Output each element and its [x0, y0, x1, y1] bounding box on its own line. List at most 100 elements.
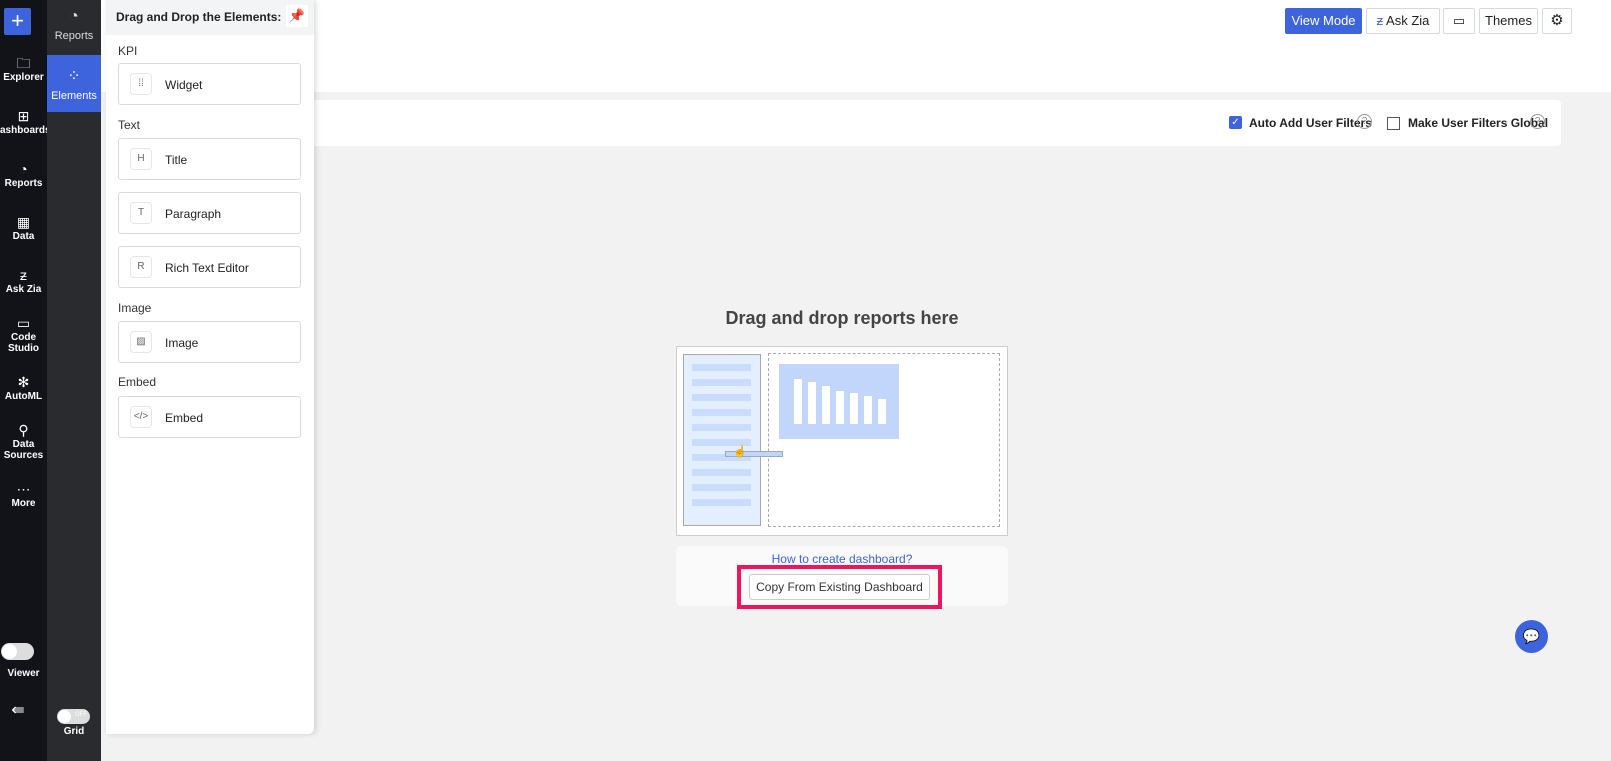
tab-reports[interactable]: ◔ Reports	[47, 8, 101, 42]
monitor-icon: ▭	[1452, 13, 1466, 28]
illustration-bar	[808, 382, 816, 424]
label: Paragraph	[165, 207, 222, 221]
element-widget[interactable]: ⁞⁞ Widget	[118, 63, 301, 105]
grid-label: Grid	[63, 726, 85, 737]
sidebar-item-dashboards[interactable]: ⊞ ashboards	[0, 109, 51, 136]
illustration-line	[692, 364, 751, 371]
illustration-bar	[864, 396, 872, 424]
secondary-sidebar: ◔ Reports ⁘ Elements OFF Grid	[47, 0, 101, 761]
grid-toggle[interactable]: OFF	[57, 709, 90, 724]
label: Data Sources	[3, 439, 44, 461]
illustration-line	[692, 379, 751, 386]
heading-icon: H	[130, 148, 152, 170]
viewer-toggle[interactable]	[1, 643, 34, 660]
global-label: Make User Filters Global	[1408, 116, 1549, 130]
sidebar-item-ask-zia[interactable]: ƶ Ask Zia	[0, 267, 47, 295]
image-icon: ▨	[130, 331, 152, 353]
tab-elements[interactable]: ⁘ Elements	[47, 55, 101, 112]
viewer-label: Viewer	[7, 668, 40, 679]
illustration-bar	[836, 391, 844, 424]
how-to-link[interactable]: How to create dashboard?	[676, 552, 1008, 566]
pin-icon[interactable]: 📌	[286, 5, 308, 27]
themes-button[interactable]: Themes	[1479, 8, 1538, 34]
panel-title: Drag and Drop the Elements:	[116, 10, 282, 24]
help-icon[interactable]: ?	[1530, 114, 1545, 129]
main-sidebar: + 🗀 Explorer ⊞ ashboards ◔ Reports ▦ Data ƶA…	[0, 0, 51, 761]
illustration-line	[692, 409, 751, 416]
zia-icon: ƶ	[20, 267, 27, 283]
filter-bar: ✓ Auto Add User Filters ? Make User Filt…	[300, 100, 1561, 146]
folder-icon: 🗀	[16, 55, 31, 71]
hand-cursor-icon: ☝	[733, 446, 747, 458]
auto-add-checkbox[interactable]: ✓	[1229, 116, 1242, 129]
settings-button[interactable]: ⚙	[1542, 8, 1572, 34]
global-checkbox[interactable]	[1387, 117, 1400, 130]
drop-zone-title: Drag and drop reports here	[725, 308, 959, 328]
label: More	[11, 498, 36, 509]
create-button[interactable]: +	[4, 8, 31, 35]
illustration-bar	[850, 393, 858, 424]
element-embed[interactable]: </> Embed	[118, 396, 301, 438]
sidebar-item-code-studio[interactable]: ▭ Code Studio	[0, 315, 47, 354]
label: Ask Zia	[5, 284, 42, 295]
element-paragraph[interactable]: T Paragraph	[118, 192, 301, 234]
label: AutoML	[4, 391, 43, 402]
section-kpi: KPI	[118, 44, 138, 58]
gear-icon: ⚙	[1550, 12, 1564, 29]
illustration-bar	[794, 379, 802, 424]
element-title[interactable]: H Title	[118, 138, 301, 180]
pie-chart-icon: ◔	[19, 161, 28, 177]
copy-dashboard-button[interactable]: Copy From Existing Dashboard	[749, 574, 930, 600]
rich-text-icon: R	[130, 256, 152, 278]
sidebar-item-data-sources[interactable]: ⚲ Data Sources	[0, 423, 47, 461]
label: Embed	[165, 411, 204, 425]
label: ashboards	[0, 125, 51, 136]
present-button[interactable]: ▭	[1443, 8, 1475, 34]
view-mode-button[interactable]: View Mode	[1285, 8, 1362, 34]
illustration-list	[683, 354, 761, 526]
label: Widget	[165, 78, 203, 92]
section-embed: Embed	[118, 375, 157, 389]
ask-zia-button[interactable]: ƶ Ask Zia	[1366, 8, 1440, 34]
chat-icon: 💬	[1522, 628, 1541, 644]
section-text: Text	[118, 118, 141, 132]
help-icon[interactable]: ?	[1357, 114, 1372, 129]
illustration-line	[692, 394, 751, 401]
sidebar-item-more[interactable]: ⋯ More	[0, 481, 47, 509]
drag-drop-illustration: ☝	[676, 346, 1008, 536]
illustration-line	[692, 469, 751, 476]
label: Ask Zia	[1386, 13, 1430, 28]
illustration-line	[692, 499, 751, 506]
auto-add-label: Auto Add User Filters	[1249, 116, 1372, 130]
illustration-line	[692, 484, 751, 491]
illustration-line	[692, 424, 751, 431]
sidebar-item-reports[interactable]: ◔ Reports	[0, 161, 47, 189]
label: Reports	[4, 178, 43, 189]
text-icon: T	[130, 202, 152, 224]
widget-icon: ⁞⁞	[130, 73, 152, 95]
chat-button[interactable]: 💬	[1515, 620, 1548, 653]
collapse-icon[interactable]: ⇚	[0, 703, 36, 719]
highlight-box: Copy From Existing Dashboard	[737, 565, 942, 609]
section-image: Image	[118, 301, 152, 315]
panel-header: Drag and Drop the Elements: 📌	[106, 0, 314, 35]
label: Rich Text Editor	[165, 261, 249, 275]
grid-state: OFF	[75, 712, 87, 718]
illustration-bar	[822, 386, 830, 424]
top-bar: View Mode ƶ Ask Zia ▭ Themes ⚙	[101, 0, 1611, 92]
label: Image	[165, 336, 199, 350]
element-image[interactable]: ▨ Image	[118, 321, 301, 363]
more-icon: ⋯	[16, 481, 31, 497]
code-studio-icon: ▭	[16, 315, 31, 331]
element-rich-text-editor[interactable]: R Rich Text Editor	[118, 246, 301, 288]
sidebar-item-automl[interactable]: ✻ AutoML	[0, 374, 47, 402]
sidebar-item-data[interactable]: ▦ Data	[0, 215, 47, 242]
sidebar-item-explorer[interactable]: 🗀 Explorer	[0, 55, 47, 83]
code-icon: </>	[130, 406, 152, 428]
zia-icon: ƶ	[1376, 13, 1387, 28]
label: Data	[12, 231, 35, 242]
automl-icon: ✻	[17, 374, 30, 390]
label: Title	[165, 153, 188, 167]
illustration-bar	[878, 399, 886, 424]
pie-chart-icon: ◔	[69, 8, 79, 25]
